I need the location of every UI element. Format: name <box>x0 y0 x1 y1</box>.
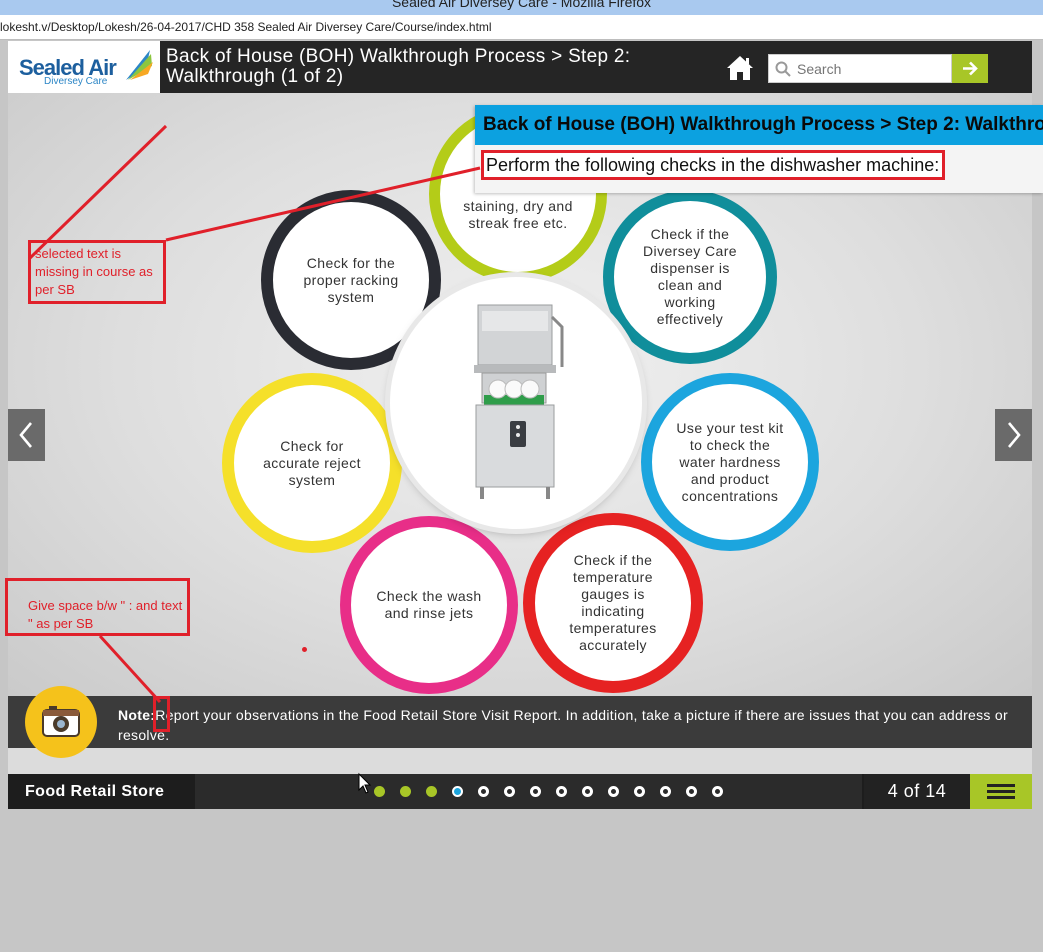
page-dot-11[interactable] <box>634 786 645 797</box>
check-petal-jets: Check the wash and rinse jets <box>340 516 518 694</box>
address-bar[interactable]: lokesht.v/Desktop/Lokesh/26-04-2017/CHD … <box>0 15 1043 40</box>
previous-button[interactable] <box>8 409 45 461</box>
annotation-spacing-highlight <box>153 696 170 732</box>
page-dot-13[interactable] <box>686 786 697 797</box>
page-dot-14[interactable] <box>712 786 723 797</box>
page-title: Back of House (BOH) Walkthrough Process … <box>166 46 631 87</box>
url-text: lokesht.v/Desktop/Lokesh/26-04-2017/CHD … <box>0 20 492 34</box>
popup-heading: Back of House (BOH) Walkthrough Process … <box>475 105 1043 145</box>
annotation-missing-text: selected text is missing in course as pe… <box>28 240 166 304</box>
window-title: Sealed Air Diversey Care - Mozilla Firef… <box>391 0 652 10</box>
next-button[interactable] <box>995 409 1032 461</box>
hamburger-menu-icon <box>987 784 1015 799</box>
check-petal-reject: Check for accurate reject system <box>222 373 402 553</box>
page-dot-4[interactable] <box>452 786 463 797</box>
home-button[interactable] <box>726 54 754 82</box>
annotation-spacing-label: Give space b/w " : and text " as per SB <box>28 598 183 631</box>
search-box <box>768 54 952 83</box>
chevron-left-icon <box>19 422 32 448</box>
note-body: Report your observations in the Food Ret… <box>118 707 1008 743</box>
page-dot-5[interactable] <box>478 786 489 797</box>
check-gauges-text: Check if the temperature gauges is indic… <box>569 552 657 653</box>
check-petal-gauges: Check if the temperature gauges is indic… <box>523 513 703 693</box>
page-dot-12[interactable] <box>660 786 671 797</box>
note-text: Note:Report your observations in the Foo… <box>118 705 1018 745</box>
dishwasher-image <box>390 277 642 529</box>
check-reject-text: Check for accurate reject system <box>263 437 361 488</box>
annotation-missing-text-label: selected text is missing in course as pe… <box>35 246 153 297</box>
window-titlebar: Sealed Air Diversey Care - Mozilla Firef… <box>0 0 1043 15</box>
check-petal-test-kit: Use your test kit to check the water har… <box>641 373 819 551</box>
page-dot-10[interactable] <box>608 786 619 797</box>
chevron-right-icon <box>1008 422 1021 448</box>
page-dot-1[interactable] <box>374 786 385 797</box>
page-dot-6[interactable] <box>504 786 515 797</box>
page-dot-9[interactable] <box>582 786 593 797</box>
page-dot-2[interactable] <box>400 786 411 797</box>
popup-body-highlight: Perform the following checks in the dish… <box>481 150 945 180</box>
source-popup: Back of House (BOH) Walkthrough Process … <box>475 105 1043 193</box>
check-jets-text: Check the wash and rinse jets <box>376 588 482 621</box>
camera-icon <box>25 686 97 758</box>
search-input[interactable] <box>797 55 947 82</box>
page-dot-3[interactable] <box>426 786 437 797</box>
footer-title: Food Retail Store <box>25 783 165 800</box>
check-test-kit-text: Use your test kit to check the water har… <box>676 419 784 504</box>
page-dot-7[interactable] <box>530 786 541 797</box>
check-top-text: staining, dry and streak free etc. <box>463 198 573 231</box>
page-counter: 4 of 14 <box>864 774 970 809</box>
red-dot-marker <box>302 647 307 652</box>
check-dispenser-text: Check if the Diversey Care dispenser is … <box>643 226 737 327</box>
page-dots <box>195 774 862 809</box>
search-icon <box>775 61 791 77</box>
home-icon <box>727 56 753 80</box>
search-submit-button[interactable] <box>952 54 988 83</box>
logo-wing-icon <box>126 50 153 80</box>
course-footer: Food Retail Store 4 of 14 <box>8 774 1032 809</box>
course-header: Sealed Air Diversey Care Back of House (… <box>8 41 1032 93</box>
note-label: Note: <box>118 707 156 723</box>
annotation-spacing: Give space b/w " : and text " as per SB <box>5 578 190 636</box>
sealed-air-logo: Sealed Air Diversey Care <box>8 41 160 93</box>
logo-sub-text: Diversey Care <box>44 76 108 87</box>
arrow-right-icon <box>963 61 978 76</box>
dishwasher-illustration-icon <box>474 304 564 499</box>
page-dot-8[interactable] <box>556 786 567 797</box>
menu-button[interactable] <box>970 774 1032 809</box>
